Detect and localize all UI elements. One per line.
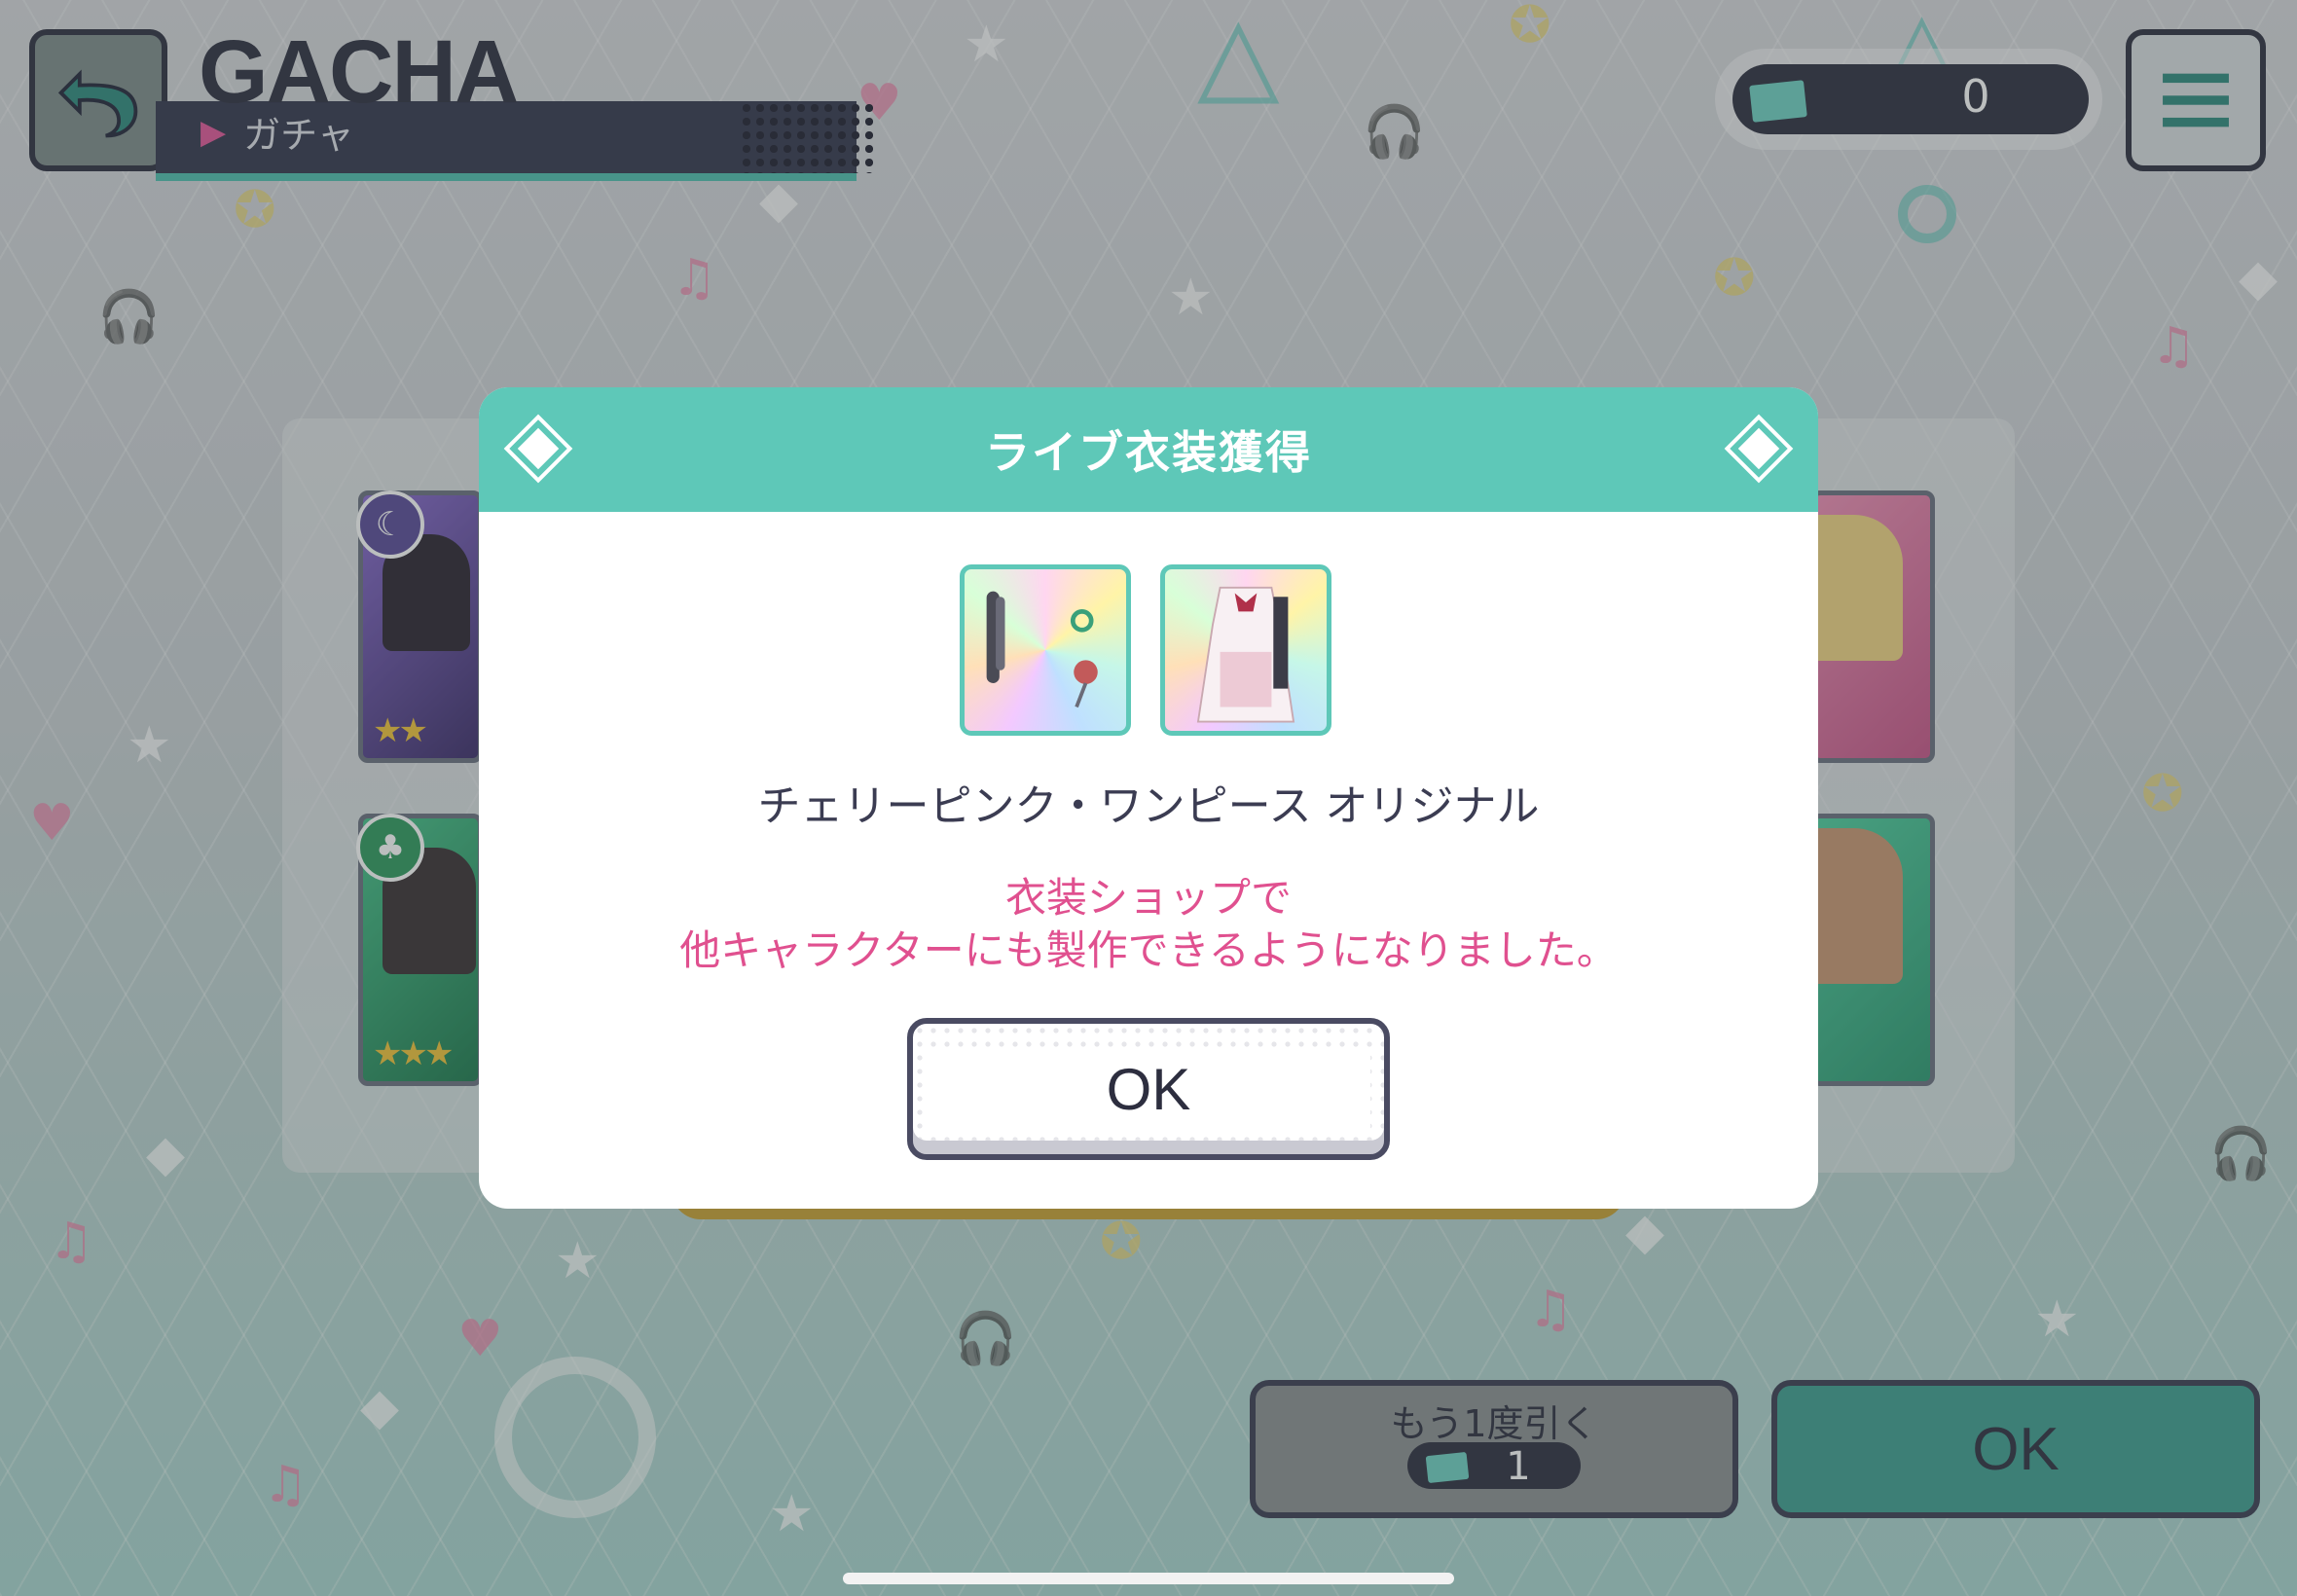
dialog-note-line2: 他キャラクターにも製作できるようになりました。 [679,926,1618,974]
accessory-item-icon[interactable] [960,564,1131,736]
dialog-note-line1: 衣装ショップで [1004,874,1292,922]
accessory-graphic [986,591,1098,708]
dress-graphic [1196,586,1295,723]
dialog-header: ライブ衣装獲得 [479,387,1818,512]
dialog-ok-button[interactable]: OK [907,1018,1390,1160]
dialog-title: ライブ衣装獲得 [985,426,1312,479]
dialog-ok-label: OK [1106,1056,1191,1122]
costume-acquired-dialog: ライブ衣装獲得 チェリーピンク・ワンピース オリジナル 衣装ショップで 他キャラ… [479,387,1818,1209]
home-indicator[interactable] [843,1573,1454,1584]
costume-dress-icon[interactable] [1160,564,1331,736]
costume-name: チェリーピンク・ワンピース オリジナル [757,781,1540,831]
dialog-note: 衣装ショップで 他キャラクターにも製作できるようになりました。 [479,872,1818,977]
